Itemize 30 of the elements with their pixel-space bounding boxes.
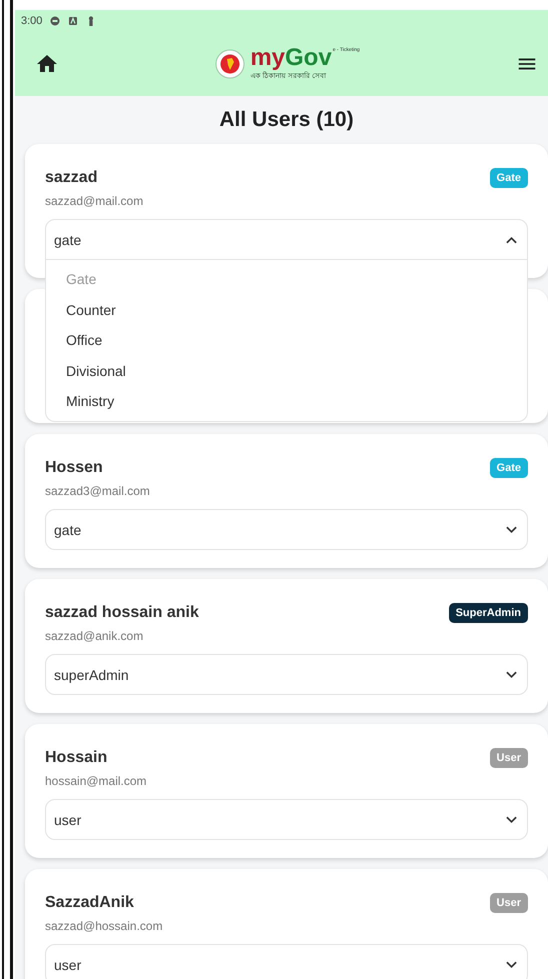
user-name: sazzad <box>45 169 98 187</box>
user-name: SazzadAnik <box>45 894 134 912</box>
role-select[interactable]: gate <box>45 509 528 550</box>
user-name: Hossen <box>45 459 103 477</box>
role-badge: Gate <box>490 168 528 188</box>
dropdown-option[interactable]: Divisional <box>46 356 527 386</box>
user-email: hossain@mail.com <box>45 774 148 788</box>
status-time: 3:00 <box>21 15 42 27</box>
user-email: sazzad@mail.com <box>45 194 144 208</box>
dropdown-option[interactable]: Office <box>46 325 527 356</box>
role-select[interactable]: superAdmin <box>45 654 528 695</box>
role-badge: SuperAdmin <box>448 603 528 623</box>
role-badge: Gate <box>490 458 528 478</box>
role-select[interactable]: gate <box>45 219 528 260</box>
dropdown-option[interactable]: Counter <box>46 294 527 325</box>
role-select[interactable]: user <box>45 799 528 840</box>
user-email: sazzad@anik.com <box>45 629 144 643</box>
role-badge: User <box>490 748 528 768</box>
user-email: sazzad3@mail.com <box>45 484 151 498</box>
app-icon <box>68 16 78 26</box>
notification-icon <box>50 16 60 26</box>
role-badge: User <box>490 893 528 913</box>
dropdown-option[interactable]: Ministry <box>46 386 527 416</box>
user-name: sazzad hossain anik <box>45 604 199 622</box>
emblem-icon <box>215 49 246 79</box>
logo-wordmark: myGov <box>250 46 332 70</box>
page-title: All Users (10) <box>218 107 355 133</box>
user-email: sazzad@hossain.com <box>45 919 164 933</box>
role-select[interactable]: user <box>45 944 528 979</box>
user-name: Hossain <box>45 749 108 767</box>
